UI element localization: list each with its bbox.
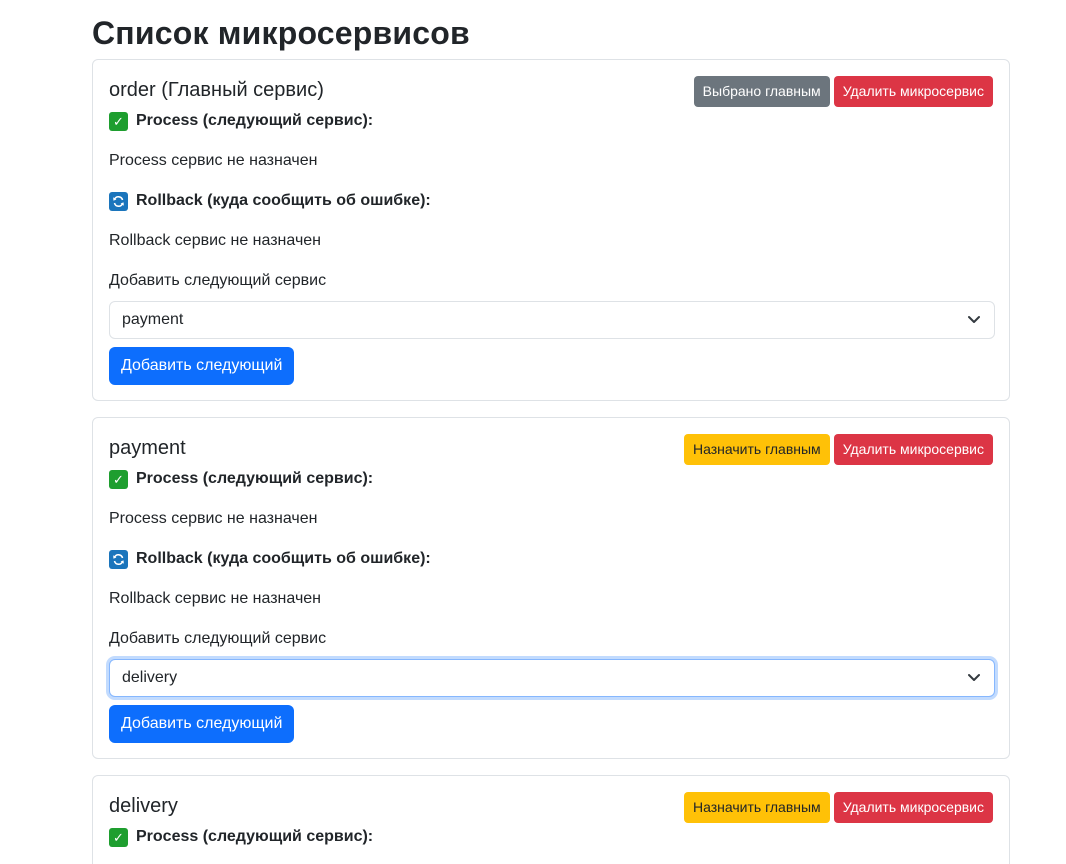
process-value: Process сервис не назначен [109, 152, 318, 169]
page: Список микросервисов order (Главный серв… [0, 0, 1066, 864]
selected-main-button[interactable]: Выбрано главным [693, 76, 830, 107]
process-value: Process сервис не назначен [109, 510, 318, 527]
service-card-payment: payment Назначить главным Удалить микрос… [92, 417, 1010, 759]
process-heading-label: Process (следующий сервис): [136, 470, 374, 487]
rollback-heading: Rollback (куда сообщить об ошибке): [109, 549, 431, 569]
service-actions: Выбрано главным Удалить микросервис [693, 76, 993, 107]
service-actions: Назначить главным Удалить микросервис [683, 792, 993, 823]
counterclockwise-arrows-icon [109, 191, 128, 211]
select-value: payment [122, 311, 184, 328]
service-title: order (Главный сервис) [109, 79, 324, 101]
next-service-select[interactable]: payment [109, 301, 995, 339]
process-heading-label: Process (следующий сервис): [136, 112, 374, 129]
process-heading: ✓ Process (следующий сервис): [109, 827, 373, 847]
make-main-button[interactable]: Назначить главным [683, 792, 830, 823]
check-mark-button-icon: ✓ [109, 469, 128, 489]
add-next-button[interactable]: Добавить следующий [109, 705, 295, 743]
rollback-value: Rollback сервис не назначен [109, 232, 322, 249]
rollback-heading-label: Rollback (куда сообщить об ошибке): [136, 550, 431, 567]
check-mark-button-icon: ✓ [109, 111, 128, 131]
rollback-heading: Rollback (куда сообщить об ошибке): [109, 191, 431, 211]
service-actions: Назначить главным Удалить микросервис [683, 434, 993, 465]
check-mark-button-icon: ✓ [109, 827, 128, 847]
delete-service-button[interactable]: Удалить микросервис [833, 792, 993, 823]
add-next-label: Добавить следующий сервис [109, 630, 327, 647]
counterclockwise-arrows-icon [109, 549, 128, 569]
process-heading: ✓ Process (следующий сервис): [109, 111, 373, 131]
service-card-order: order (Главный сервис) Выбрано главным У… [92, 59, 1010, 401]
add-next-label: Добавить следующий сервис [109, 272, 327, 289]
delete-service-button[interactable]: Удалить микросервис [833, 434, 993, 465]
service-card-delivery: delivery Назначить главным Удалить микро… [92, 775, 1010, 864]
chevron-down-icon [968, 316, 980, 323]
process-heading-label: Process (следующий сервис): [136, 828, 374, 845]
service-title: payment [109, 437, 186, 459]
next-service-select[interactable]: delivery [109, 659, 995, 697]
delete-service-button[interactable]: Удалить микросервис [833, 76, 993, 107]
chevron-down-icon [968, 674, 980, 681]
process-heading: ✓ Process (следующий сервис): [109, 469, 373, 489]
add-next-button[interactable]: Добавить следующий [109, 347, 295, 385]
service-title: delivery [109, 795, 178, 817]
make-main-button[interactable]: Назначить главным [683, 434, 830, 465]
page-title: Список микросервисов [92, 15, 470, 51]
rollback-heading-label: Rollback (куда сообщить об ошибке): [136, 192, 431, 209]
rollback-value: Rollback сервис не назначен [109, 590, 322, 607]
select-value: delivery [122, 669, 178, 686]
